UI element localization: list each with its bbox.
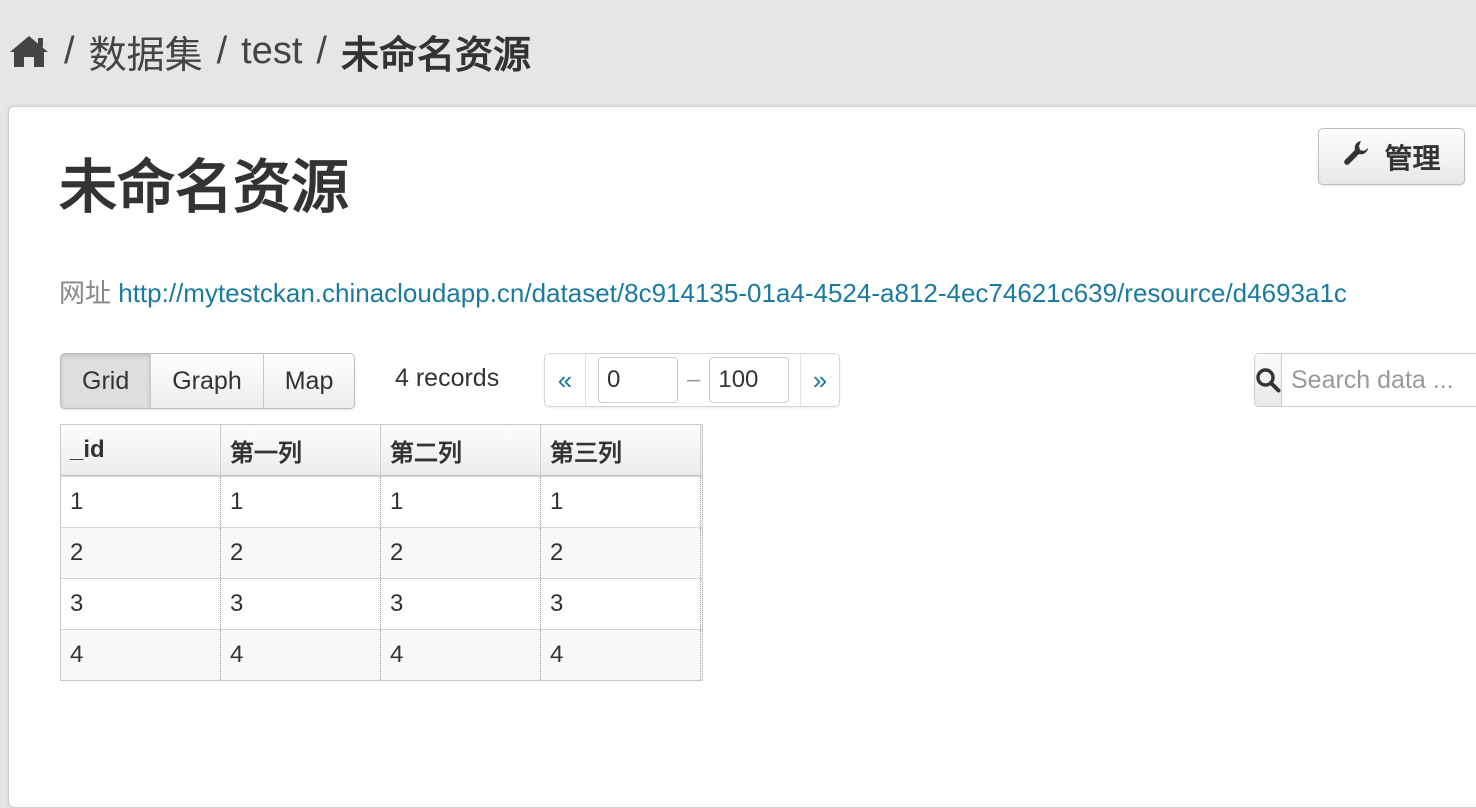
grid-cell[interactable]: 2 (61, 528, 221, 578)
search-input[interactable] (1282, 354, 1476, 406)
grid-cell[interactable]: 4 (381, 630, 541, 680)
view-switcher: Grid Graph Map (60, 353, 356, 409)
breadcrumb-current[interactable]: 未命名资源 (341, 24, 531, 79)
pager-prev-button[interactable]: « (545, 354, 586, 406)
grid-header-row: _id 第一列 第二列 第三列 (61, 425, 702, 476)
grid-cell[interactable]: 2 (221, 528, 381, 578)
grid-cell[interactable]: 2 (541, 528, 701, 578)
view-grid-button[interactable]: Grid (61, 354, 151, 408)
resource-url-line: 网址 http://mytestckan.chinacloudapp.cn/da… (59, 275, 1347, 311)
grid-cell[interactable]: 3 (381, 579, 541, 629)
record-count: 4 records (395, 364, 500, 392)
page-title: 未命名资源 (59, 155, 350, 220)
grid-cell[interactable]: 1 (221, 477, 381, 527)
breadcrumb-separator: / (216, 29, 228, 72)
grid-cell[interactable]: 2 (381, 528, 541, 578)
resource-panel: 管理 未命名资源 网址 http://mytestckan.chinacloud… (8, 106, 1476, 808)
grid-cell[interactable]: 4 (221, 630, 381, 680)
home-icon[interactable] (8, 33, 50, 69)
pager-dash: – (687, 366, 701, 393)
manage-button-label: 管理 (1384, 142, 1441, 174)
breadcrumb-separator: / (316, 29, 327, 72)
grid-cell[interactable]: 3 (221, 579, 381, 629)
table-row: 2 2 2 2 (61, 527, 702, 578)
manage-button[interactable]: 管理 (1318, 128, 1465, 185)
breadcrumb-datasets[interactable]: 数据集 (89, 24, 203, 79)
grid-cell[interactable]: 3 (541, 579, 701, 629)
table-row: 3 3 3 3 (61, 578, 702, 629)
column-header[interactable]: 第三列 (541, 425, 701, 475)
pager-to-input[interactable] (709, 357, 790, 403)
column-header[interactable]: 第二列 (381, 425, 541, 475)
data-grid: _id 第一列 第二列 第三列 1 1 1 1 2 2 2 2 3 3 3 3 … (60, 424, 703, 681)
table-row: 1 1 1 1 (61, 476, 702, 527)
column-header[interactable]: 第一列 (221, 425, 381, 475)
grid-cell[interactable]: 1 (381, 477, 541, 527)
search-box (1254, 353, 1476, 407)
grid-cell[interactable]: 1 (61, 477, 221, 527)
resource-url-link[interactable]: http://mytestckan.chinacloudapp.cn/datas… (118, 278, 1347, 308)
grid-cell[interactable]: 1 (541, 477, 701, 527)
view-map-button[interactable]: Map (262, 354, 355, 408)
breadcrumb-separator: / (64, 29, 75, 72)
breadcrumb-dataset-test[interactable]: test (241, 30, 302, 73)
view-graph-button[interactable]: Graph (150, 354, 263, 408)
grid-cell[interactable]: 4 (541, 630, 701, 680)
table-row: 4 4 4 4 (61, 629, 702, 680)
wrench-icon (1342, 139, 1370, 174)
pager: « – » (544, 353, 840, 407)
grid-cell[interactable]: 4 (61, 630, 221, 680)
column-header[interactable]: _id (61, 425, 221, 475)
search-icon[interactable] (1255, 354, 1282, 406)
pager-from-input[interactable] (598, 357, 678, 403)
url-label: 网址 (59, 278, 112, 308)
grid-cell[interactable]: 3 (61, 579, 221, 629)
breadcrumb: / 数据集 / test / 未命名资源 (8, 24, 531, 79)
pager-next-button[interactable]: » (800, 354, 839, 406)
